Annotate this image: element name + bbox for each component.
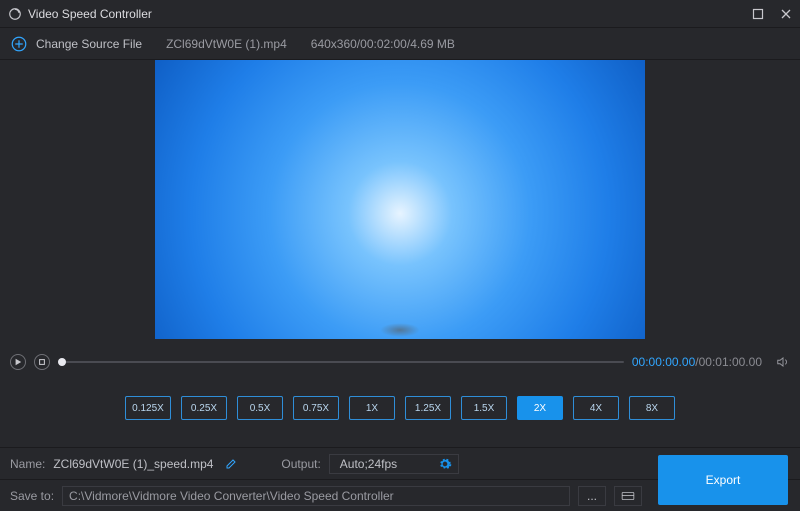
transport-bar: 00:00:00.00/00:01:00.00 (0, 348, 800, 376)
edit-name-icon[interactable] (225, 458, 237, 470)
timecode: 00:00:00.00/00:01:00.00 (632, 355, 762, 369)
source-filename: ZCl69dVtW0E (1).mp4 (166, 37, 287, 51)
save-path-value: C:\Vidmore\Vidmore Video Converter\Video… (69, 489, 394, 503)
ellipsis-icon: ... (587, 489, 597, 503)
export-label: Export (706, 473, 741, 487)
output-name-value: ZCl69dVtW0E (1)_speed.mp4 (53, 457, 213, 471)
play-button[interactable] (10, 354, 26, 370)
total-time: 00:01:00.00 (699, 355, 762, 369)
stop-button[interactable] (34, 354, 50, 370)
export-button[interactable]: Export (658, 455, 788, 505)
speed-button-0-25x[interactable]: 0.25X (181, 396, 227, 420)
video-preview[interactable] (155, 60, 645, 339)
close-icon[interactable] (780, 8, 792, 20)
filebar: Change Source File ZCl69dVtW0E (1).mp4 6… (0, 28, 800, 60)
output-format-value: Auto;24fps (340, 457, 397, 471)
speed-button-2x[interactable]: 2X (517, 396, 563, 420)
gear-icon (438, 457, 452, 471)
seek-knob[interactable] (58, 358, 66, 366)
more-path-button[interactable]: ... (578, 486, 606, 506)
speed-button-1-5x[interactable]: 1.5X (461, 396, 507, 420)
app-logo-icon (8, 7, 22, 21)
speed-button-0-125x[interactable]: 0.125X (125, 396, 171, 420)
open-folder-button[interactable] (614, 486, 642, 506)
save-path-input[interactable]: C:\Vidmore\Vidmore Video Converter\Video… (62, 486, 570, 506)
volume-icon[interactable] (776, 355, 790, 369)
plus-circle-icon (10, 35, 28, 53)
output-format-select[interactable]: Auto;24fps (329, 454, 459, 474)
preview-area (0, 60, 800, 348)
app-title-text: Video Speed Controller (28, 7, 152, 21)
app-title: Video Speed Controller (8, 7, 152, 21)
change-source-button[interactable]: Change Source File (10, 35, 142, 53)
seek-slider[interactable] (58, 356, 624, 368)
speed-options: 0.125X 0.25X 0.5X 0.75X 1X 1.25X 1.5X 2X 4X 8X (0, 376, 800, 448)
speed-button-0-75x[interactable]: 0.75X (293, 396, 339, 420)
output-label: Output: (281, 457, 320, 471)
titlebar: Video Speed Controller (0, 0, 800, 28)
speed-button-0-5x[interactable]: 0.5X (237, 396, 283, 420)
current-time: 00:00:00.00 (632, 355, 695, 369)
save-to-label: Save to: (10, 489, 54, 503)
source-fileinfo: 640x360/00:02:00/4.69 MB (311, 37, 455, 51)
change-source-label: Change Source File (36, 37, 142, 51)
speed-button-1x[interactable]: 1X (349, 396, 395, 420)
speed-button-8x[interactable]: 8X (629, 396, 675, 420)
name-label: Name: (10, 457, 45, 471)
speed-button-1-25x[interactable]: 1.25X (405, 396, 451, 420)
seek-track (58, 361, 624, 363)
maximize-icon[interactable] (752, 8, 764, 20)
speed-button-4x[interactable]: 4X (573, 396, 619, 420)
